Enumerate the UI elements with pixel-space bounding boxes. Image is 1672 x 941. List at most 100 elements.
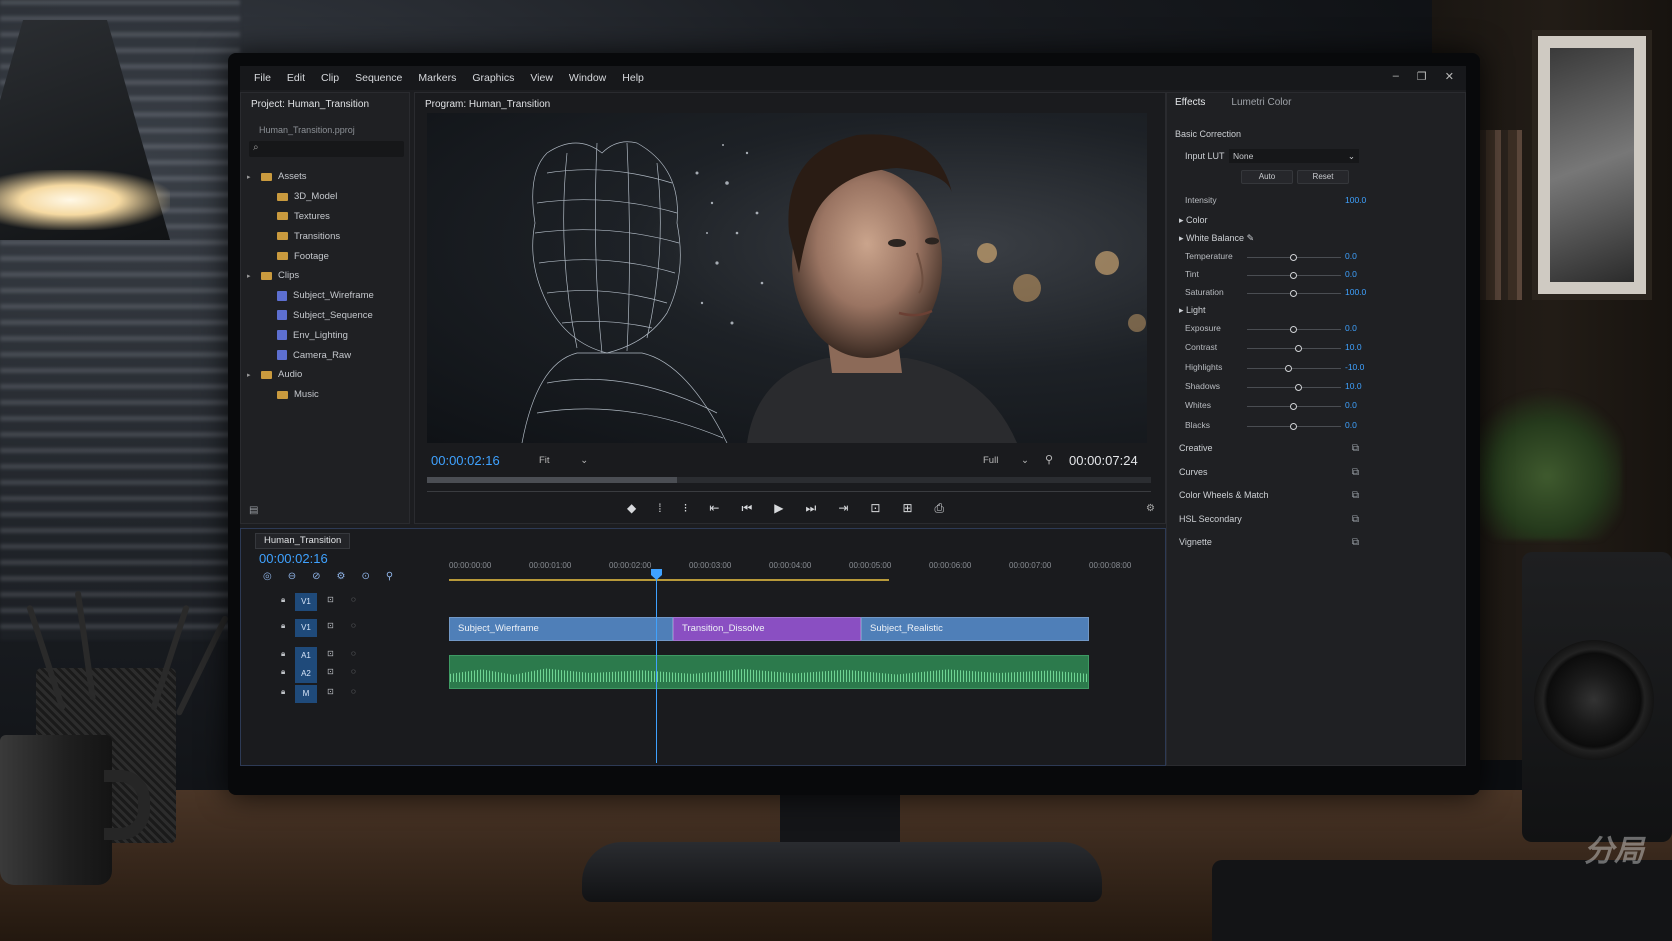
fx-slider-value[interactable]: 0.0 xyxy=(1345,269,1357,279)
intensity-value[interactable]: 100.0 xyxy=(1345,195,1366,205)
menu-help[interactable]: Help xyxy=(622,72,644,84)
project-tree-item[interactable]: 3D_Model xyxy=(247,187,374,207)
lock-icon[interactable]: 🔒︎ xyxy=(281,687,285,697)
zoom-scrollbar[interactable] xyxy=(427,491,1151,492)
edit-icon[interactable]: ⧉ xyxy=(1352,537,1359,548)
track-id[interactable]: V1 xyxy=(295,593,317,611)
sync-lock-icon[interactable]: ⊡ xyxy=(327,649,334,658)
lift-icon[interactable]: ⊡ xyxy=(870,501,880,516)
zoom-select[interactable]: Fit ⌄ xyxy=(539,455,588,466)
sync-lock-icon[interactable]: ⊡ xyxy=(327,621,334,630)
project-search-input[interactable]: ⌕ xyxy=(249,141,404,157)
fx-slider-value[interactable]: 0.0 xyxy=(1345,251,1357,261)
wrench-icon[interactable]: ⚲ xyxy=(1045,453,1053,466)
wrench-icon[interactable]: ⚲ xyxy=(386,571,393,582)
settings-icon[interactable]: ⚙ xyxy=(337,571,346,582)
work-area-bar[interactable] xyxy=(449,579,889,581)
fx-slider-knob[interactable] xyxy=(1285,364,1293,372)
project-tree-item[interactable]: Music xyxy=(247,385,374,405)
step-back-icon[interactable]: ⏮ xyxy=(741,501,752,516)
menu-sequence[interactable]: Sequence xyxy=(355,72,402,84)
audio-clip[interactable] xyxy=(449,655,1089,689)
step-forward-icon[interactable]: ⏭ xyxy=(806,501,817,516)
export-frame-icon[interactable]: ⎙ xyxy=(935,501,945,516)
project-tree-item[interactable]: Env_Lighting xyxy=(247,325,374,345)
lock-icon[interactable]: 🔒︎ xyxy=(281,649,285,659)
toggle-output-icon[interactable]: ◌ xyxy=(351,621,356,630)
fx-section-2[interactable]: Color Wheels & Match ⧉ xyxy=(1179,490,1359,506)
timeline-clip[interactable]: Transition_Dissolve xyxy=(673,617,861,641)
go-to-out-icon[interactable]: ⇥ xyxy=(838,501,848,516)
captions-icon[interactable]: ⊙ xyxy=(361,571,369,582)
input-lut-select[interactable]: None ⌄ xyxy=(1229,149,1359,163)
minimize-icon[interactable]: – xyxy=(1393,70,1399,83)
fx-section-0[interactable]: Creative ⧉ xyxy=(1179,443,1359,459)
fx-slider-knob[interactable] xyxy=(1294,383,1302,391)
track-id[interactable]: V1 xyxy=(295,619,317,637)
project-tree-item[interactable]: ▸ Assets xyxy=(247,167,374,187)
track-id[interactable]: A2 xyxy=(295,665,317,683)
fx-slider-knob[interactable] xyxy=(1290,422,1297,430)
fx-slider-value[interactable]: 10.0 xyxy=(1345,381,1362,391)
timeline-clip[interactable]: Subject_Realistic xyxy=(861,617,1089,641)
project-tree-item[interactable]: Textures xyxy=(247,207,374,227)
linked-selection-icon[interactable]: ⊖ xyxy=(288,571,296,582)
expand-arrow-icon[interactable]: ▸ xyxy=(247,371,255,379)
fx-slider-value[interactable]: 10.0 xyxy=(1345,342,1362,352)
fx-slider-value[interactable]: 0.0 xyxy=(1345,400,1357,410)
fx-slider-knob[interactable] xyxy=(1290,326,1297,333)
menu-clip[interactable]: Clip xyxy=(321,72,339,84)
sync-lock-icon[interactable]: ⊡ xyxy=(327,687,334,696)
lock-icon[interactable]: 🔒︎ xyxy=(281,595,285,605)
basic-correction-header[interactable]: Basic Correction xyxy=(1175,129,1241,139)
tab-effects[interactable]: Effects xyxy=(1175,97,1205,108)
track-id[interactable]: M xyxy=(295,685,317,703)
fx-slider-knob[interactable] xyxy=(1290,272,1297,279)
maximize-icon[interactable]: ❐ xyxy=(1417,70,1427,83)
sequence-tab[interactable]: Human_Transition xyxy=(255,533,351,549)
new-bin-icon[interactable]: ▤ xyxy=(249,505,258,516)
fx-slider-value[interactable]: -10.0 xyxy=(1345,362,1364,372)
fx-slider-value[interactable]: 100.0 xyxy=(1345,287,1366,297)
add-marker-icon[interactable]: ⊘ xyxy=(312,571,320,582)
current-timecode[interactable]: 00:00:02:16 xyxy=(431,453,500,468)
fx-slider-knob[interactable] xyxy=(1290,290,1297,297)
project-tree-item[interactable]: Camera_Raw xyxy=(247,345,374,365)
white-balance-header[interactable]: ▸ White Balance ✎ xyxy=(1179,233,1254,244)
program-scrubber[interactable] xyxy=(427,477,1151,483)
sync-lock-icon[interactable]: ⊡ xyxy=(327,595,334,604)
project-tree-item[interactable]: Subject_Wireframe xyxy=(247,286,374,306)
extract-icon[interactable]: ⊞ xyxy=(902,501,912,516)
fx-section-3[interactable]: HSL Secondary ⧉ xyxy=(1179,514,1359,530)
toggle-output-icon[interactable]: ◌ xyxy=(351,687,356,696)
timeline-clip[interactable]: Subject_Wierframe xyxy=(449,617,673,641)
project-tree-item[interactable]: Subject_Sequence xyxy=(247,306,374,326)
project-tree-item[interactable]: Transitions xyxy=(247,226,374,246)
add-marker-icon[interactable]: ◆ xyxy=(627,501,636,516)
settings-icon[interactable]: ⚙ xyxy=(1146,503,1155,514)
fx-slider-value[interactable]: 0.0 xyxy=(1345,323,1357,333)
mark-in-icon[interactable]: ⁞ xyxy=(658,501,661,516)
edit-icon[interactable]: ⧉ xyxy=(1352,443,1359,454)
menu-view[interactable]: View xyxy=(530,72,553,84)
playhead[interactable] xyxy=(656,573,657,763)
sync-lock-icon[interactable]: ⊡ xyxy=(327,667,334,676)
edit-icon[interactable]: ⧉ xyxy=(1352,514,1359,525)
play-icon[interactable]: ▶ xyxy=(774,501,783,516)
fx-slider-value[interactable]: 0.0 xyxy=(1345,420,1357,430)
fx-slider-track[interactable] xyxy=(1247,367,1341,369)
light-header[interactable]: ▸ Light xyxy=(1179,305,1206,316)
edit-icon[interactable]: ⧉ xyxy=(1352,467,1359,478)
project-tree-item[interactable]: Footage xyxy=(247,246,374,266)
timeline-timecode[interactable]: 00:00:02:16 xyxy=(259,551,328,566)
video-preview[interactable] xyxy=(427,113,1147,443)
menu-edit[interactable]: Edit xyxy=(287,72,305,84)
menu-markers[interactable]: Markers xyxy=(418,72,456,84)
project-tree-item[interactable]: ▸ Clips xyxy=(247,266,374,286)
program-tab[interactable]: Program: Human_Transition xyxy=(415,93,560,115)
tab-lumetri-color[interactable]: Lumetri Color xyxy=(1231,97,1291,108)
menu-graphics[interactable]: Graphics xyxy=(472,72,514,84)
auto-button[interactable]: Auto xyxy=(1241,170,1293,184)
toggle-output-icon[interactable]: ◌ xyxy=(351,667,356,676)
expand-arrow-icon[interactable]: ▸ xyxy=(247,272,255,280)
